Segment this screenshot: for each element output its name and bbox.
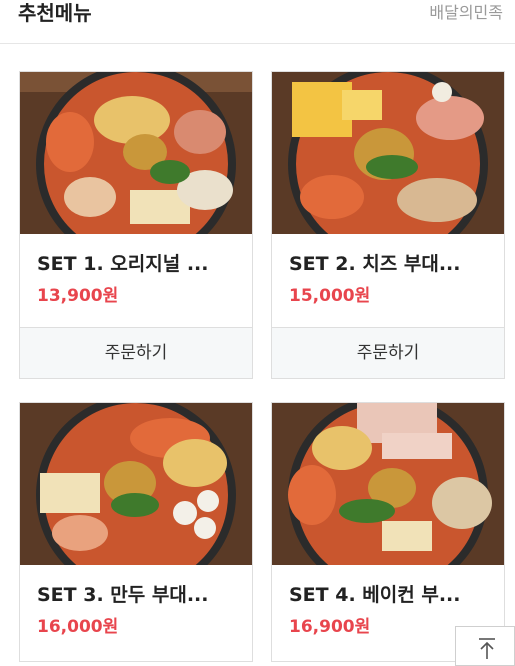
menu-card[interactable]: SET 2. 치즈 부대... 15,000원 주문하기 — [271, 71, 505, 379]
brand-label[interactable]: 배달의민족 — [429, 2, 503, 24]
menu-image[interactable] — [20, 403, 252, 565]
menu-name[interactable]: SET 4. 베이컨 부... — [289, 583, 494, 607]
menu-card[interactable]: SET 3. 만두 부대... 16,000원 — [19, 402, 253, 662]
order-button[interactable]: 주문하기 — [20, 327, 252, 378]
menu-name[interactable]: SET 3. 만두 부대... — [37, 583, 242, 607]
scroll-top-button[interactable] — [455, 626, 515, 666]
menu-name[interactable]: SET 1. 오리지널 ... — [37, 252, 242, 276]
arrow-up-icon — [479, 638, 495, 659]
order-button[interactable]: 주문하기 — [272, 327, 504, 378]
menu-name[interactable]: SET 2. 치즈 부대... — [289, 252, 494, 276]
menu-price: 16,000원 — [37, 617, 119, 637]
menu-image[interactable] — [272, 403, 504, 565]
menu-card[interactable]: SET 4. 베이컨 부... 16,900원 — [271, 402, 505, 662]
menu-price: 16,900원 — [289, 617, 371, 637]
header: 추천메뉴 배달의민족 — [0, 0, 515, 44]
menu-price: 13,900원 — [37, 286, 119, 306]
menu-price: 15,000원 — [289, 286, 371, 306]
page-title: 추천메뉴 — [18, 1, 92, 25]
menu-image[interactable] — [272, 72, 504, 234]
menu-card[interactable]: SET 1. 오리지널 ... 13,900원 주문하기 — [19, 71, 253, 379]
menu-image[interactable] — [20, 72, 252, 234]
